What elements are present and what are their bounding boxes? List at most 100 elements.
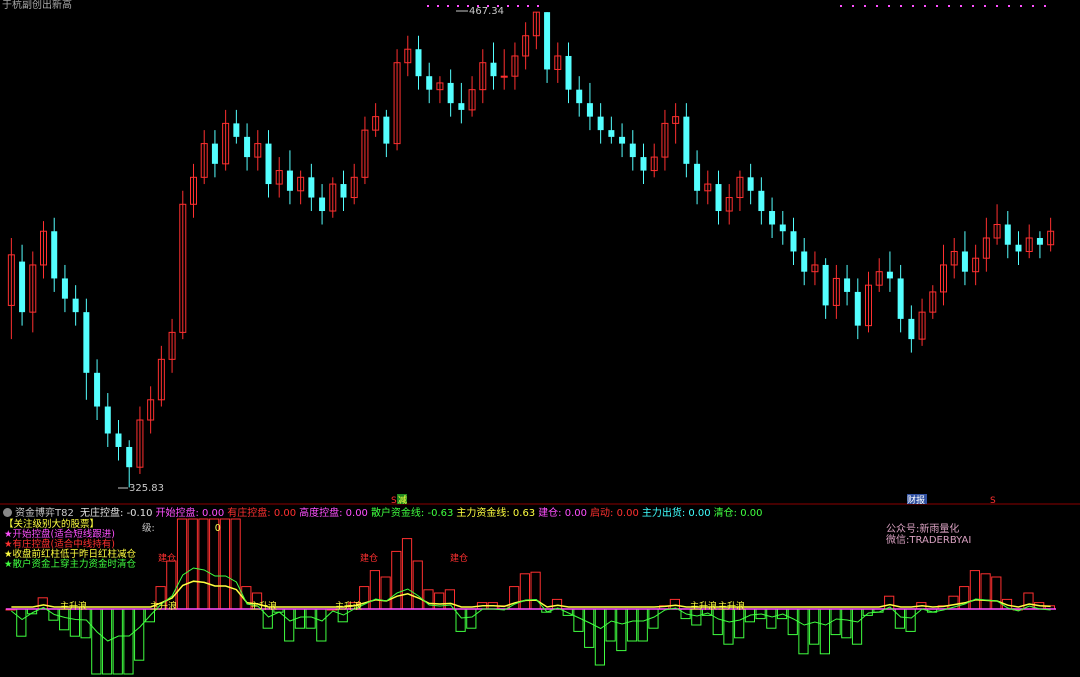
indicator-name: 资金博弈T82: [15, 508, 74, 519]
candle-body: [51, 231, 58, 279]
candle: [393, 49, 401, 151]
candle: [83, 298, 90, 400]
histogram-bar: [423, 589, 434, 610]
indicator-item: 清仓: 0.00: [713, 508, 763, 519]
indicator-item: 建仓: 0.00: [538, 508, 588, 519]
top-dot: [507, 5, 509, 7]
candle-body: [1036, 237, 1043, 245]
watermark-line-1: 公众号:新雨量化: [886, 524, 960, 535]
histogram-bar: [380, 576, 391, 610]
top-dot: [888, 5, 890, 7]
candle: [19, 244, 26, 326]
candle: [222, 109, 230, 171]
indicator-item: 散户资金线: -0.63: [370, 508, 454, 519]
top-dot: [996, 5, 998, 7]
candle: [554, 42, 562, 83]
candle: [157, 345, 165, 407]
gear-icon[interactable]: [3, 508, 12, 517]
candle: [40, 221, 47, 279]
candle: [769, 197, 776, 238]
histogram-bar: [134, 608, 145, 661]
histogram-bar: [530, 571, 541, 610]
candle: [694, 150, 701, 205]
candle-body: [908, 318, 915, 340]
indicator-item: 高度控盘: 0.00: [299, 508, 368, 519]
candle-body: [779, 224, 786, 232]
signal-label-jc: 建仓: [360, 552, 378, 564]
candle: [715, 170, 722, 225]
candle: [619, 123, 626, 158]
candle-body: [126, 446, 133, 468]
candle: [265, 130, 272, 198]
candle: [832, 264, 840, 319]
candle: [190, 163, 197, 218]
top-dot: [960, 5, 962, 7]
candle-body: [308, 177, 315, 198]
histogram-bar: [434, 592, 445, 610]
candle-body: [319, 197, 326, 212]
candle-body: [608, 130, 615, 137]
top-dot: [924, 5, 926, 7]
candle: [233, 109, 240, 144]
top-dot: [864, 5, 866, 7]
candle: [29, 251, 37, 333]
candle: [758, 177, 765, 225]
histogram-bar: [455, 608, 466, 632]
top-dot: [1020, 5, 1022, 7]
histogram-bar: [316, 608, 327, 642]
histogram-bar: [584, 608, 595, 648]
histogram-bar: [905, 608, 916, 632]
candle: [597, 103, 604, 144]
candle: [7, 237, 15, 340]
histogram-bar: [594, 608, 605, 666]
histogram-bar: [809, 608, 820, 645]
histogram-bar: [841, 608, 852, 639]
candle: [565, 42, 572, 104]
candle: [51, 217, 58, 292]
candle: [244, 123, 251, 171]
candle: [426, 62, 433, 104]
candle: [875, 258, 883, 292]
top-dot: [517, 5, 519, 7]
top-dot: [840, 5, 842, 7]
candle: [436, 76, 444, 104]
histogram-bar: [284, 608, 295, 642]
candle: [147, 386, 155, 434]
histogram-bar: [862, 608, 873, 616]
candle: [350, 163, 358, 205]
candle: [136, 406, 144, 474]
histogram-bar: [305, 608, 316, 629]
candle-body: [961, 251, 968, 272]
candle: [982, 217, 990, 272]
candle: [790, 217, 797, 265]
low-price-annotation: 325.83: [118, 483, 164, 494]
candle: [650, 143, 658, 178]
candle-body: [801, 251, 808, 272]
top-dot: [437, 5, 439, 7]
indicator-item: 主力出货: 0.00: [641, 508, 711, 519]
candle: [683, 103, 690, 178]
histogram-bar: [444, 589, 455, 610]
top-dot: [1032, 5, 1034, 7]
candle-body: [83, 312, 90, 373]
indicator-item: 无庄控盘: -0.10: [80, 508, 153, 519]
candle-body: [1004, 224, 1011, 245]
indicator-legend: 【关注级别大的股票】 ★开始控盘(适合短线跟进) ★有庄控盘(适合中线持有) ★收盘前…: [4, 520, 136, 570]
candle-body: [415, 49, 422, 77]
candle: [383, 109, 390, 158]
histogram-bar: [369, 570, 380, 610]
top-dot: [948, 5, 950, 7]
histogram-bar: [466, 608, 477, 629]
candle-body: [265, 143, 272, 185]
candle-body: [544, 12, 551, 70]
indicator-item: 有庄控盘: 0.00: [227, 508, 297, 519]
histogram-bar: [991, 576, 1002, 610]
indicator-item: 主力资金线: 0.63: [456, 508, 536, 519]
candle: [94, 359, 101, 421]
candle: [319, 184, 326, 225]
level-label: 级:: [142, 523, 155, 534]
histogram-bar: [798, 608, 809, 655]
histogram-bar: [723, 608, 734, 645]
candle-body: [844, 278, 851, 292]
candle: [404, 35, 412, 77]
